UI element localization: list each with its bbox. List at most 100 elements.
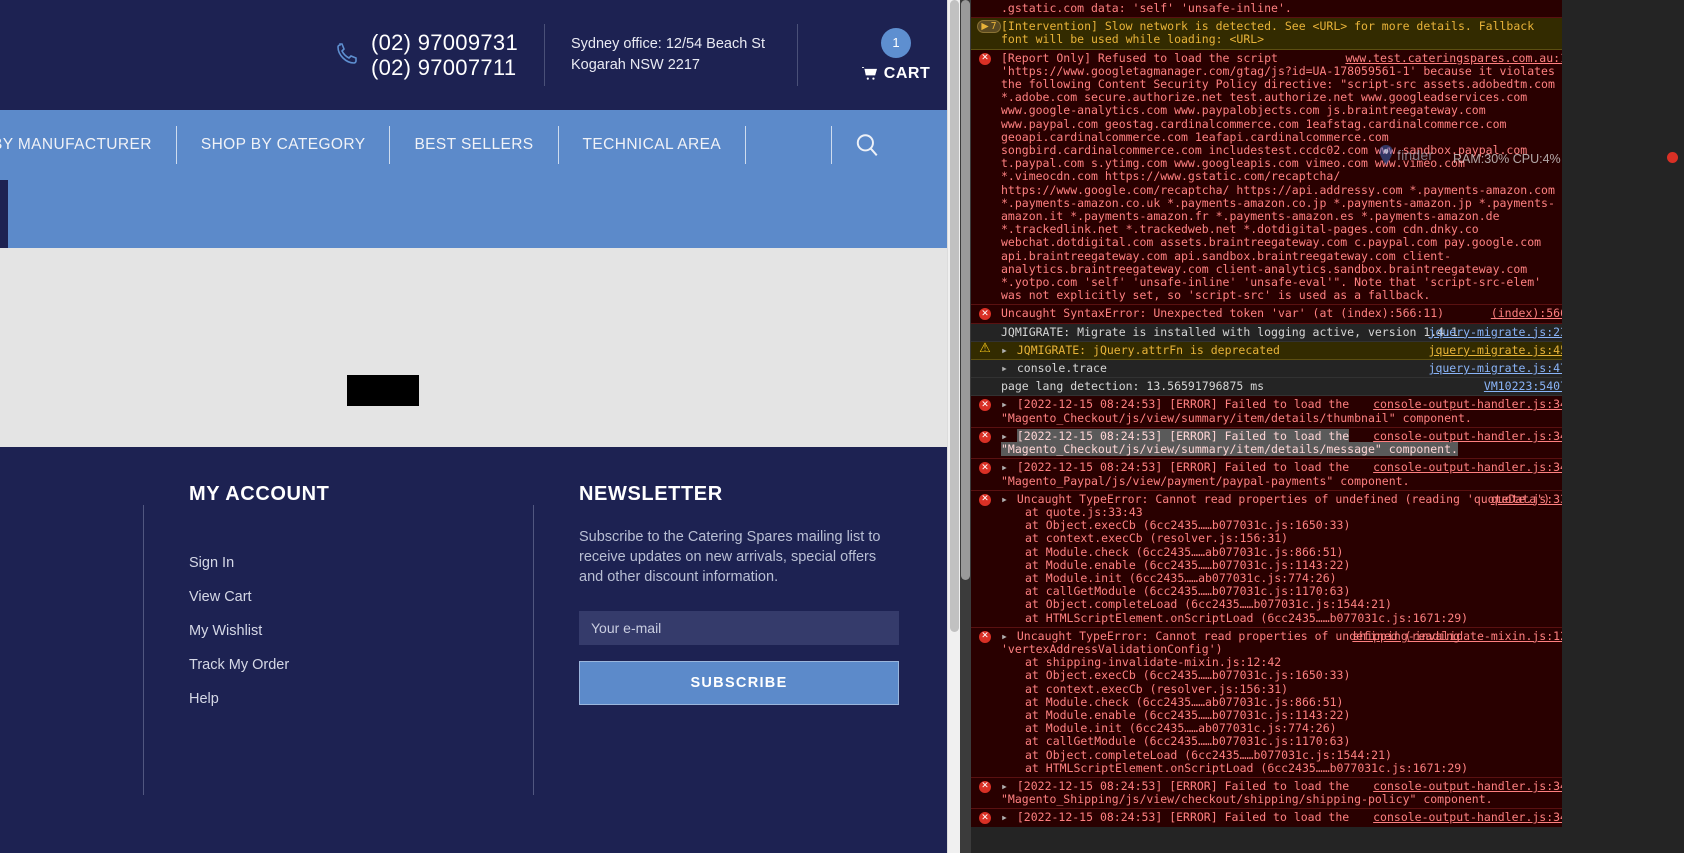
console-message[interactable]: ✕ ▸ console-output-handler.js:34 [2022-1…: [971, 459, 1573, 491]
footer-title-newsletter: NEWSLETTER: [579, 483, 723, 505]
console-message-text: [2022-12-15 08:24:53] [ERROR] Failed to …: [1001, 460, 1410, 488]
console-source-link[interactable]: console-output-handler.js:34: [1373, 779, 1567, 793]
expand-arrow-icon[interactable]: ▸: [1001, 492, 1008, 506]
console-message-text: [Intervention] Slow network is detected.…: [1001, 19, 1535, 47]
address-line-2: Kogarah NSW 2217: [571, 57, 700, 73]
stack-frame[interactable]: at Module.enable (6cc2435……b077031c.js:1…: [1001, 558, 1567, 572]
footer-link-view-cart[interactable]: View Cart: [189, 589, 533, 605]
console-right-gutter: [1562, 0, 1671, 853]
console-source-link[interactable]: jquery-migrate.js:47: [1429, 361, 1567, 375]
newsletter-email-input[interactable]: [579, 611, 899, 645]
nav-item-best-sellers[interactable]: BEST SELLERS: [390, 126, 559, 164]
console-message-text: console.trace: [1016, 361, 1107, 376]
phone-icon: [335, 41, 359, 69]
cart-label[interactable]: CART: [884, 65, 930, 83]
console-message[interactable]: ✕ ▸ console-output-handler.js:34 [2022-1…: [971, 809, 1573, 827]
expand-arrow-icon[interactable]: ▸: [1001, 779, 1008, 793]
error-icon: ✕: [979, 812, 991, 825]
stack-frame[interactable]: at context.execCb (resolver.js:156:31): [1001, 682, 1567, 696]
console-source-link[interactable]: console-output-handler.js:34: [1373, 811, 1567, 824]
stack-frame[interactable]: at Module.check (6cc2435……ab077031c.js:8…: [1001, 695, 1567, 709]
console-scrollbar-thumb[interactable]: [961, 0, 970, 580]
console-source-link[interactable]: jquery-migrate.js:23: [1429, 325, 1567, 339]
console-source-link[interactable]: jquery-migrate.js:45: [1429, 343, 1567, 357]
footer-link-track-my-order[interactable]: Track My Order: [189, 657, 533, 673]
phone-number-1[interactable]: (02) 97009731: [371, 30, 518, 55]
devtools-console-panel: .gstatic.com data: 'self' 'unsafe-inline…: [960, 0, 1684, 853]
console-message[interactable]: VM10223:5407 page lang detection: 13.565…: [971, 378, 1573, 397]
console-message-text: [2022-12-15 08:24:53] [ERROR] Failed to …: [1016, 810, 1350, 825]
stack-frame[interactable]: at HTMLScriptElement.onScriptLoad (6cc24…: [1001, 761, 1567, 775]
expand-arrow-icon[interactable]: ▸: [1001, 810, 1008, 824]
phone-block: (02) 97009731 (02) 97007711: [335, 30, 518, 80]
nav-item-technical-area[interactable]: TECHNICAL AREA: [559, 126, 747, 164]
error-icon: ✕: [979, 399, 991, 412]
expand-arrow-icon[interactable]: ▸: [1001, 629, 1008, 643]
console-message[interactable]: jquery-migrate.js:23 JQMIGRATE: Migrate …: [971, 323, 1573, 342]
page-content-area: [0, 248, 960, 447]
console-edge-indicator[interactable]: [1667, 152, 1678, 163]
stack-frame[interactable]: at Object.completeLoad (6cc2435……b077031…: [1001, 748, 1567, 762]
expand-arrow-icon[interactable]: ▸: [1001, 361, 1008, 375]
console-message-text: Uncaught TypeError: Cannot read properti…: [1016, 491, 1550, 506]
expand-arrow-icon[interactable]: ▸: [1001, 343, 1008, 357]
console-source-link[interactable]: console-output-handler.js:34: [1373, 398, 1567, 411]
console-message[interactable]: ✕ ▸ console-output-handler.js:34 [2022-1…: [971, 427, 1573, 460]
console-source-link[interactable]: shipping-invalidate-mixin.js:12: [1352, 629, 1567, 643]
expand-arrow-icon[interactable]: ▸: [1001, 460, 1008, 474]
nav-items: SHOP BY MANUFACTURER SHOP BY CATEGORY BE…: [0, 110, 747, 180]
console-source-link[interactable]: quote.js:33: [1491, 492, 1567, 506]
nav-item-shop-by-category[interactable]: SHOP BY CATEGORY: [177, 126, 391, 164]
website-scrollbar-thumb[interactable]: [950, 0, 959, 632]
console-message[interactable]: ✕ ▸ shipping-invalidate-mixin.js:12 Unca…: [971, 627, 1573, 778]
console-source-link[interactable]: www.test.cateringspares.com.au:1: [1345, 51, 1567, 65]
phone-number-2[interactable]: (02) 97007711: [371, 55, 518, 80]
console-message[interactable]: ⚠ ▸ jquery-migrate.js:45 JQMIGRATE: jQue…: [971, 341, 1573, 361]
hero-band: [0, 180, 960, 248]
stack-frame[interactable]: at context.execCb (resolver.js:156:31): [1001, 532, 1567, 545]
console-source-link[interactable]: console-output-handler.js:34: [1373, 461, 1567, 474]
stack-frame[interactable]: at HTMLScriptElement.onScriptLoad (6cc24…: [1001, 611, 1567, 625]
console-message-text: JQMIGRATE: jQuery.attrFn is deprecated: [1016, 342, 1280, 357]
site-topbar: (02) 97009731 (02) 97007711 Sydney offic…: [0, 0, 960, 110]
console-message[interactable]: ✕ ▸ console-output-handler.js:34 [2022-1…: [971, 396, 1573, 428]
console-message[interactable]: ✕ www.test.cateringspares.com.au:1 [Repo…: [971, 49, 1573, 306]
stack-frame[interactable]: at Module.check (6cc2435……ab077031c.js:8…: [1001, 545, 1567, 559]
error-icon: ✕: [979, 780, 991, 793]
console-source-link[interactable]: console-output-handler.js:34: [1373, 429, 1567, 443]
console-count-badge[interactable]: ▶ 7: [977, 20, 1001, 34]
expand-arrow-icon[interactable]: ▸: [1001, 429, 1008, 443]
search-button[interactable]: [831, 126, 902, 164]
console-message[interactable]: ✕ (index):566 Uncaught SyntaxError: Unex…: [971, 305, 1573, 324]
console-source-link[interactable]: VM10223:5407: [1484, 380, 1567, 393]
website-viewport: (02) 97009731 (02) 97007711 Sydney offic…: [0, 0, 960, 853]
subscribe-button[interactable]: SUBSCRIBE: [579, 661, 899, 705]
phone-numbers[interactable]: (02) 97009731 (02) 97007711: [371, 30, 518, 80]
expand-arrow-icon[interactable]: ▸: [1001, 397, 1008, 411]
console-source-link[interactable]: (index):566: [1491, 307, 1567, 320]
stack-frame[interactable]: at callGetModule (6cc2435……b077031c.js:1…: [1001, 735, 1567, 748]
footer-link-my-wishlist[interactable]: My Wishlist: [189, 623, 533, 639]
console-message[interactable]: ✕ ▸ quote.js:33 Uncaught TypeError: Cann…: [971, 490, 1573, 628]
stack-frame[interactable]: at Object.execCb (6cc2435……b077031c.js:1…: [1001, 669, 1567, 682]
console-message[interactable]: .gstatic.com data: 'self' 'unsafe-inline…: [971, 0, 1573, 19]
console-vertical-scrollbar[interactable]: [960, 0, 971, 853]
nav-item-shop-by-manufacturer[interactable]: SHOP BY MANUFACTURER: [0, 126, 177, 164]
cart-block[interactable]: 1 CART: [850, 27, 942, 83]
hero-band-left-edge: [0, 180, 8, 248]
console-message[interactable]: ▸ jquery-migrate.js:47 console.trace: [971, 360, 1573, 379]
footer-link-sign-in[interactable]: Sign In: [189, 555, 533, 571]
placeholder-image-block: [347, 375, 419, 406]
office-address: Sydney office: 12/54 Beach St Kogarah NS…: [571, 34, 771, 76]
error-indicator-icon[interactable]: [1667, 152, 1678, 163]
footer-column-newsletter: NEWSLETTER Subscribe to the Catering Spa…: [533, 483, 933, 853]
console-message-text: .gstatic.com data: 'self' 'unsafe-inline…: [1001, 1, 1292, 15]
footer-column-my-account: MY ACCOUNT Sign In View Cart My Wishlist…: [143, 483, 533, 853]
website-vertical-scrollbar[interactable]: [947, 0, 960, 853]
footer-link-help[interactable]: Help: [189, 691, 533, 707]
console-message[interactable]: ✕ ▸ console-output-handler.js:34 [2022-1…: [971, 777, 1573, 810]
cart-link[interactable]: CART: [861, 65, 930, 83]
stack-frame[interactable]: at Object.completeLoad (6cc2435……b077031…: [1001, 598, 1567, 611]
console-message[interactable]: ▶ 7 [Intervention] Slow network is detect…: [971, 18, 1573, 50]
error-icon: ✕: [979, 52, 991, 65]
